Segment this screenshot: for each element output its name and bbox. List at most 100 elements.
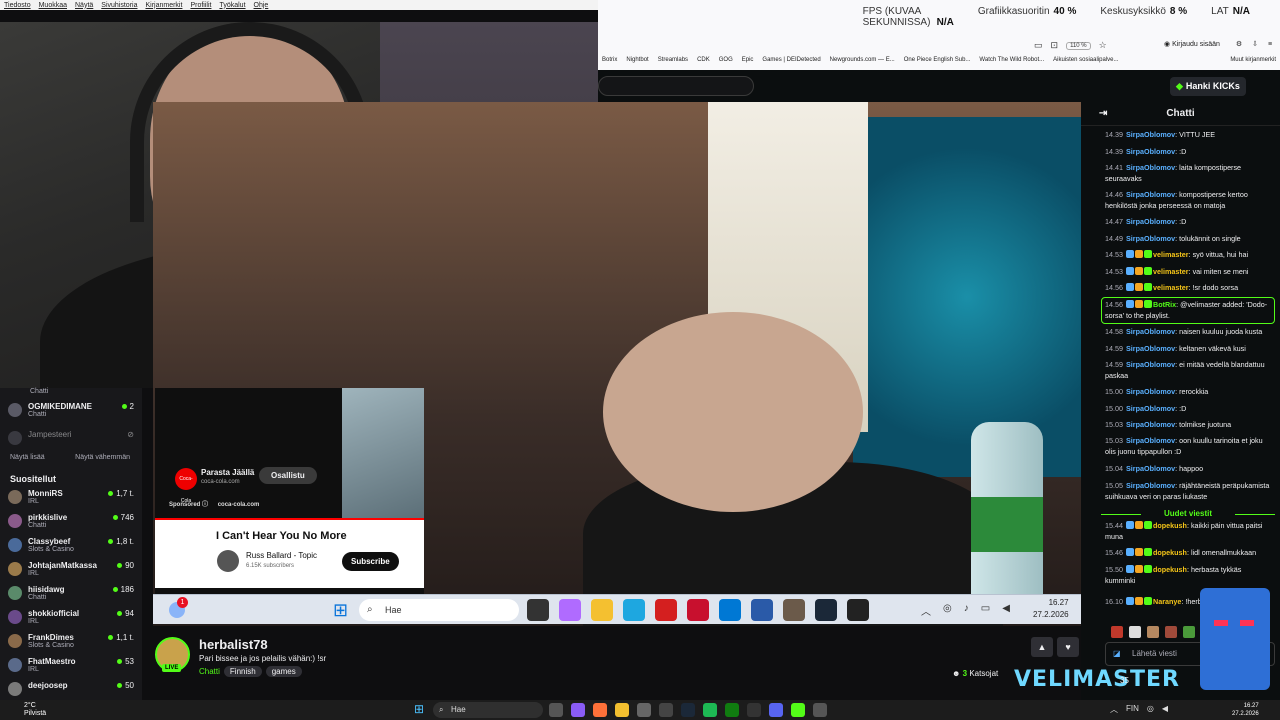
menu-bookmarks[interactable]: Kirjanmerkit (145, 2, 182, 9)
tag[interactable]: games (265, 666, 302, 677)
obs-icon[interactable] (659, 703, 673, 717)
spotify-icon[interactable] (703, 703, 717, 717)
bookmark-item[interactable]: Epic (742, 57, 754, 63)
message-user[interactable]: SirpaOblomov (1126, 420, 1175, 429)
weather-widget[interactable]: 2°C Pilvistä (24, 702, 46, 718)
show-less-link[interactable]: Näytä vähemmän (75, 454, 130, 461)
bookmark-item[interactable]: Streamlabs (658, 57, 688, 63)
streamer-name[interactable]: herbalist78 (199, 637, 268, 652)
sidebar-channel[interactable]: hiisidawg Chatti 186 (8, 585, 134, 601)
collapse-chat-icon[interactable]: ⇥ (1099, 102, 1107, 126)
message-user[interactable]: velimaster (1153, 283, 1189, 292)
menu-icon[interactable]: ≡ (1268, 41, 1272, 48)
sidebar-channel[interactable]: deejoosep 50 (8, 681, 134, 696)
subscribe-button[interactable]: Subscribe (342, 552, 399, 571)
app-icon[interactable] (637, 703, 651, 717)
steam-icon[interactable] (681, 703, 695, 717)
discord-icon[interactable] (769, 703, 783, 717)
bookmark-item[interactable]: Botrix (602, 57, 617, 63)
bookmark-star-icon[interactable]: ☆ (1099, 40, 1107, 51)
sidebar-channel[interactable]: JohtajanMatkassa IRL 90 (8, 561, 134, 577)
bookmark-item[interactable]: Aikuisten sosiaalipalve... (1053, 57, 1118, 63)
sidebar-channel[interactable]: OGMIKEDIMANE Chatti 2 (8, 402, 134, 418)
get-kicks-button[interactable]: ◆ Hanki KICKs (1170, 77, 1246, 96)
message-user[interactable]: SirpaOblomov (1126, 436, 1175, 445)
sidebar-channel[interactable]: Classybeef Slots & Casino 1,8 t. (8, 537, 134, 553)
follow-heart-button[interactable]: ♥ (1057, 637, 1079, 657)
menu-help[interactable]: Ohje (254, 2, 269, 9)
taskbar-search[interactable]: ⌕ Hae (433, 702, 543, 718)
message-user[interactable]: SirpaOblomov (1126, 147, 1175, 156)
teams-icon[interactable] (571, 703, 585, 717)
message-user[interactable]: Naranye (1153, 597, 1181, 606)
message-user[interactable]: SirpaOblomov (1126, 234, 1175, 243)
task-view-icon[interactable] (549, 703, 563, 717)
volume-icon[interactable]: ◀ (1162, 704, 1168, 715)
bookmark-item[interactable]: One Piece English Sub... (904, 57, 971, 63)
reader-view-icon[interactable]: ▭ (1034, 40, 1043, 51)
menu-view[interactable]: Näytä (75, 2, 93, 9)
message-user[interactable]: SirpaOblomov (1126, 481, 1175, 490)
emote-icon[interactable] (1147, 626, 1159, 638)
sidebar-channel[interactable]: pirkkislive Chatti 746 (8, 513, 134, 529)
message-user[interactable]: SirpaOblomov (1126, 163, 1175, 172)
message-user[interactable]: SirpaOblomov (1126, 360, 1175, 369)
start-button[interactable]: ⊞ (414, 702, 424, 716)
message-user[interactable]: SirpaOblomov (1126, 464, 1175, 473)
tag[interactable]: Finnish (223, 666, 262, 677)
message-user[interactable]: SirpaOblomov (1126, 190, 1175, 199)
message-user[interactable]: dopekush (1153, 521, 1187, 530)
bookmark-item[interactable]: CDK (697, 57, 710, 63)
sidebar-channel[interactable]: FrankDimes Slots & Casino 1,1 t. (8, 633, 134, 649)
taskbar-clock[interactable]: 16.27 27.2.2026 (1232, 702, 1259, 718)
login-button[interactable]: ◉ Kirjaudu sisään ⚙ ⇩ ≡ (1164, 40, 1272, 48)
message-user[interactable]: SirpaOblomov (1126, 404, 1175, 413)
firefox-icon[interactable] (593, 703, 607, 717)
menu-history[interactable]: Sivuhistoria (101, 2, 137, 9)
emote-icon[interactable] (1165, 626, 1177, 638)
site-search-input[interactable] (598, 76, 754, 96)
bookmark-item[interactable]: Newgrounds.com — E... (830, 57, 895, 63)
info-icon[interactable]: ⓘ (202, 502, 208, 508)
chevron-up-icon[interactable]: ︿ (1110, 704, 1118, 715)
menu-file[interactable]: Tiedosto (4, 2, 31, 9)
downloads-icon[interactable]: ⇩ (1252, 41, 1258, 48)
channel-name[interactable]: Russ Ballard - Topic (246, 551, 317, 560)
message-user[interactable]: velimaster (1153, 267, 1189, 276)
emote-picker-icon[interactable]: ◪ (1113, 643, 1121, 665)
emote-icon[interactable] (1111, 626, 1123, 638)
language-indicator[interactable]: FIN (1126, 704, 1139, 715)
bookmark-item[interactable]: GOG (719, 57, 733, 63)
notification-bell-button[interactable]: ▲ (1031, 637, 1053, 657)
emote-icon[interactable] (1129, 626, 1141, 638)
message-user[interactable]: velimaster (1153, 250, 1189, 259)
message-user[interactable]: SirpaOblomov (1126, 387, 1175, 396)
message-user[interactable]: dopekush (1153, 548, 1187, 557)
sidebar-channel[interactable]: FhatMaestro IRL 53 (8, 657, 134, 673)
show-more-link[interactable]: Näytä lisää (10, 454, 45, 461)
message-user[interactable]: SirpaOblomov (1126, 130, 1175, 139)
xbox-icon[interactable] (725, 703, 739, 717)
message-user[interactable]: SirpaOblomov (1126, 217, 1175, 226)
bookmark-item[interactable]: Nightbot (626, 57, 648, 63)
app-icon[interactable] (813, 703, 827, 717)
kick-icon[interactable] (791, 703, 805, 717)
emote-icon[interactable] (1183, 626, 1195, 638)
bookmark-item[interactable]: Watch The Wild Robot... (979, 57, 1044, 63)
ad-cta-button[interactable]: Osallistu (259, 467, 317, 484)
menu-profiles[interactable]: Profiilit (190, 2, 211, 9)
app-icon[interactable] (747, 703, 761, 717)
message-user[interactable]: SirpaOblomov (1126, 344, 1175, 353)
sidebar-channel[interactable]: shokkiofficial IRL 94 (8, 609, 134, 625)
screenshot-icon[interactable]: ⊡ (1051, 40, 1059, 51)
sidebar-channel[interactable]: Jampesteeri ⊘ (8, 430, 134, 445)
zoom-level[interactable]: 110 % (1066, 41, 1091, 50)
stream-category[interactable]: Chatti (199, 667, 220, 676)
sidebar-channel[interactable]: MonniRS IRL 1,7 t. (8, 489, 134, 505)
network-icon[interactable]: ◎ (1147, 704, 1154, 715)
message-user[interactable]: dopekush (1153, 565, 1187, 574)
message-user[interactable]: SirpaOblomov (1126, 327, 1175, 336)
menu-tools[interactable]: Työkalut (219, 2, 245, 9)
message-user[interactable]: BotRix (1153, 300, 1176, 309)
folder-icon[interactable] (615, 703, 629, 717)
